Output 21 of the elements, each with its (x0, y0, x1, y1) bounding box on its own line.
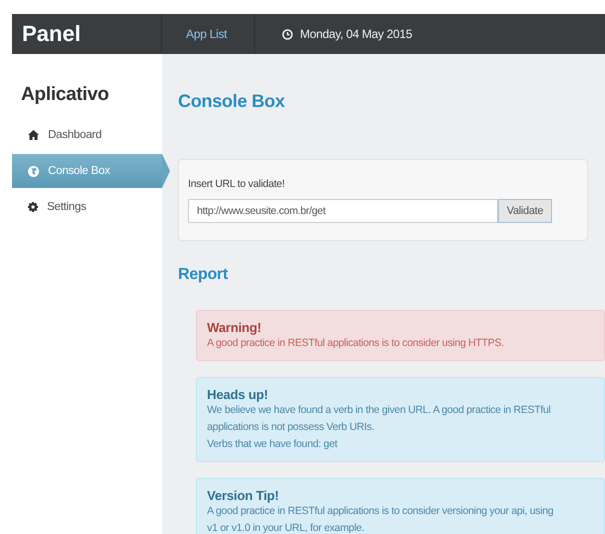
page-heading: Console Box (178, 90, 286, 112)
alert-message: A good practice in RESTful applications is to consider using HTTPS. (207, 336, 505, 351)
alert-message: Verbs that we have found: get (207, 437, 338, 452)
alert-message: We believe we have found a verb in the given URL. A good practice in RESTful applications is not possess Verb URIs. (207, 403, 552, 435)
report-heading: Report (178, 266, 229, 284)
field-label: Insert URL to validate! (188, 178, 286, 190)
globe-icon (28, 166, 39, 176)
home-icon (28, 130, 39, 140)
sidebar-item[interactable]: Settings (12, 190, 162, 224)
sidebar-title: Aplicativo (20, 83, 110, 106)
sidebar-item[interactable]: Dashboard (12, 118, 162, 152)
alert-title: Heads up! (207, 387, 270, 402)
url-field[interactable]: http://www.seusite.com.br/get (188, 199, 498, 223)
alert-title: Warning! (207, 320, 262, 335)
settings-icon (28, 202, 38, 212)
app-list-link[interactable]: App List (186, 27, 227, 41)
validate-button[interactable]: Validate (498, 199, 552, 223)
alert-message: A good practice in RESTful applications is to consider versioning your api, using v1 or v1.0 in your URL, for example. (207, 504, 554, 534)
date-text: Monday, 04 May 2015 (300, 27, 412, 41)
clock-icon (282, 28, 293, 40)
alert-title: Version Tip! (207, 488, 280, 503)
